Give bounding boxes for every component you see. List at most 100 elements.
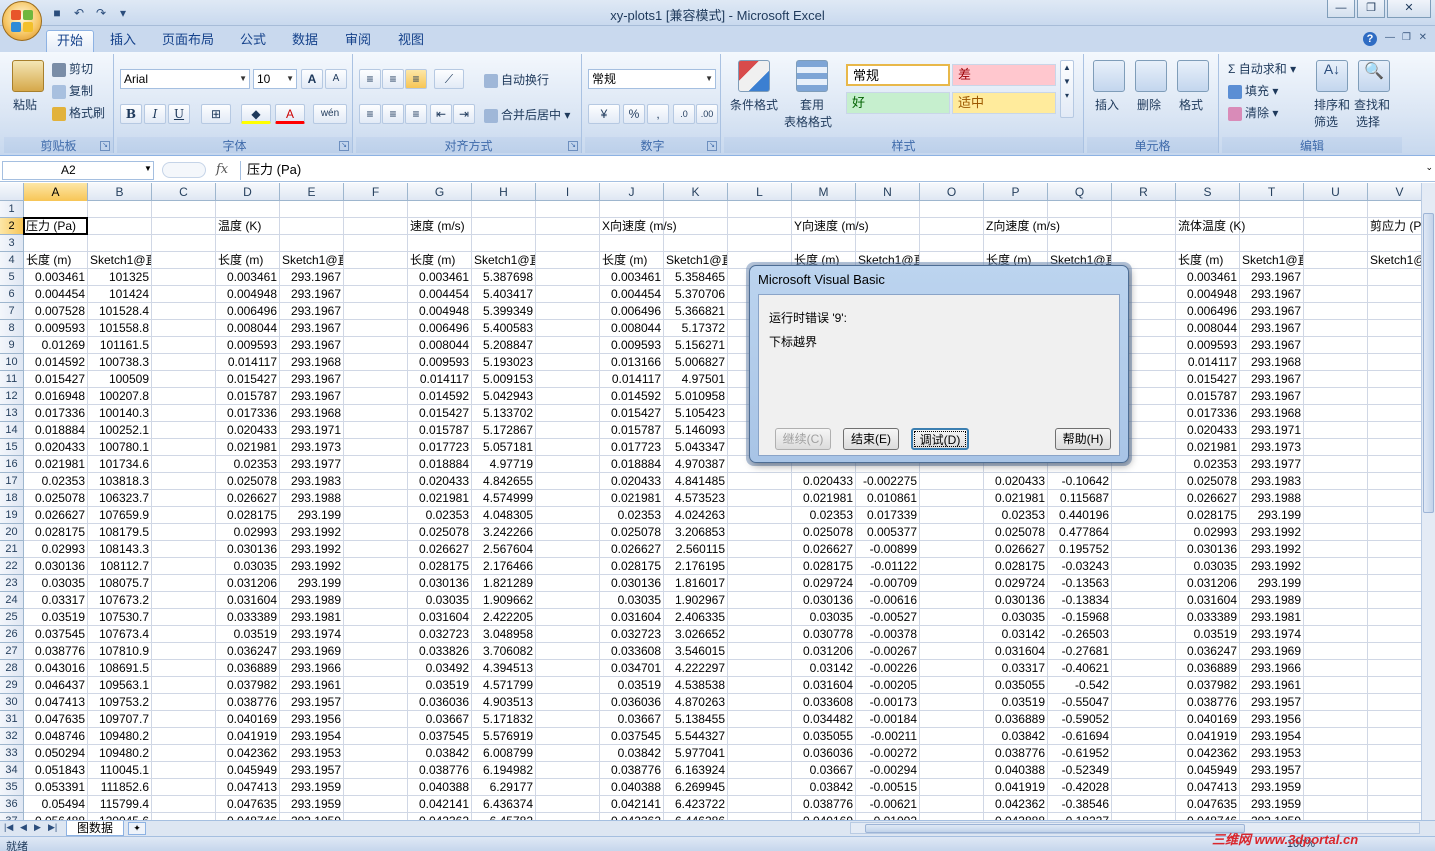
cell[interactable]: 293.1969 [1240, 643, 1303, 659]
cell[interactable]: -0.00294 [856, 762, 919, 778]
cell[interactable]: 0.045949 [216, 762, 279, 778]
cell[interactable]: 0.030136 [24, 558, 87, 574]
office-button[interactable] [2, 1, 42, 41]
row-header[interactable]: 26 [0, 626, 24, 643]
cell[interactable]: 106323.7 [88, 490, 151, 506]
merge-center-button[interactable]: 合并后居中 ▾ [484, 106, 570, 123]
cell[interactable]: 293.1959 [1240, 796, 1303, 812]
cell[interactable]: 0.041919 [216, 728, 279, 744]
style-normal[interactable]: 常规 [846, 64, 950, 86]
cell[interactable]: 0.021981 [984, 490, 1047, 506]
cell[interactable]: 0.037545 [600, 728, 663, 744]
align-center-icon[interactable]: ≡ [382, 104, 404, 124]
cell[interactable]: 0.030136 [1176, 541, 1239, 557]
cell[interactable]: 293.1953 [1240, 745, 1303, 761]
cell[interactable]: 5.172867 [472, 422, 535, 438]
cell[interactable]: 4.841485 [664, 473, 727, 489]
cell[interactable]: 293.1967 [280, 388, 343, 404]
cell[interactable]: 108112.7 [88, 558, 151, 574]
cell[interactable]: 293.1967 [280, 320, 343, 336]
cell[interactable]: Sketch1@直线3@直线2@直线 [472, 252, 535, 268]
cell[interactable]: 0.026627 [216, 490, 279, 506]
align-top-icon[interactable]: ≡ [359, 69, 381, 89]
cell[interactable]: 0.009593 [216, 337, 279, 353]
insert-function-icon[interactable]: fx [216, 162, 228, 177]
cell[interactable]: 293.1977 [280, 456, 343, 472]
cell[interactable]: 0.03142 [792, 660, 855, 676]
row-header[interactable]: 35 [0, 779, 24, 796]
cell[interactable]: 4.970387 [664, 456, 727, 472]
format-cells-icon[interactable] [1177, 60, 1209, 92]
cell[interactable]: 0.038776 [1176, 694, 1239, 710]
horizontal-scroll-thumb[interactable] [865, 824, 1245, 833]
first-sheet-icon[interactable]: |◀ [4, 822, 13, 833]
row-header[interactable]: 5 [0, 269, 24, 286]
column-header[interactable]: S [1176, 183, 1240, 201]
cell[interactable]: 100252.1 [88, 422, 151, 438]
cell[interactable]: 293.1967 [1240, 286, 1303, 302]
cell[interactable]: 0.043016 [24, 660, 87, 676]
cell[interactable]: 0.033389 [216, 609, 279, 625]
cell[interactable]: 5.358465 [664, 269, 727, 285]
cell[interactable]: 0.004454 [600, 286, 663, 302]
cell[interactable]: 0.015787 [1176, 388, 1239, 404]
cell[interactable]: -0.002275 [856, 473, 919, 489]
cell[interactable]: 0.026627 [792, 541, 855, 557]
column-header[interactable]: L [728, 183, 792, 201]
column-header[interactable]: T [1240, 183, 1304, 201]
align-bottom-icon[interactable]: ≡ [405, 69, 427, 89]
cell[interactable]: 293.1988 [280, 490, 343, 506]
cell[interactable]: 0.05494 [24, 796, 87, 812]
cell[interactable]: 0.047413 [1176, 779, 1239, 795]
cell[interactable]: 5.208847 [472, 337, 535, 353]
cell[interactable]: -0.38546 [1048, 796, 1111, 812]
cell[interactable]: 0.017336 [1176, 405, 1239, 421]
cell[interactable]: 0.021981 [792, 490, 855, 506]
row-header[interactable]: 11 [0, 371, 24, 388]
last-sheet-icon[interactable]: ▶| [48, 822, 57, 833]
cell[interactable]: 0.03842 [792, 779, 855, 795]
cell[interactable]: 0.030778 [792, 626, 855, 642]
column-header[interactable]: N [856, 183, 920, 201]
cell[interactable]: 6.436374 [472, 796, 535, 812]
cell[interactable]: 0.02353 [1176, 456, 1239, 472]
cell[interactable]: 0.014117 [600, 371, 663, 387]
font-name-select[interactable]: Arial ▼ [120, 69, 250, 89]
insert-cells-button[interactable]: 插入 [1095, 96, 1119, 113]
cell[interactable]: 0.115687 [1048, 490, 1111, 506]
cell[interactable]: 0.003461 [600, 269, 663, 285]
column-header[interactable]: B [88, 183, 152, 201]
cell[interactable]: 2.560115 [664, 541, 727, 557]
cell[interactable]: 110045.1 [88, 762, 151, 778]
cell[interactable]: 100780.1 [88, 439, 151, 455]
delete-cells-button[interactable]: 删除 [1137, 96, 1161, 113]
fill-button[interactable]: 填充 ▾ [1228, 82, 1278, 99]
column-header[interactable]: H [472, 183, 536, 201]
worksheet-grid[interactable]: ABCDEFGHIJKLMNOPQRSTUV 1 2 3 4 5 6 7 8 9 10 11 12 13… [0, 183, 1421, 820]
clipboard-launcher-icon[interactable]: ↘ [100, 141, 110, 151]
column-header[interactable]: C [152, 183, 216, 201]
cell[interactable]: 293.199 [1240, 575, 1303, 591]
cell[interactable]: 293.1967 [280, 371, 343, 387]
cell[interactable]: 293.1983 [280, 473, 343, 489]
cell[interactable]: -0.01002 [856, 813, 919, 820]
cell[interactable]: 101325 [88, 269, 151, 285]
cell[interactable]: 293.1953 [280, 745, 343, 761]
continue-button[interactable]: 继续(C) [775, 428, 831, 450]
cell[interactable]: 0.03035 [792, 609, 855, 625]
cell[interactable]: 5.977041 [664, 745, 727, 761]
cell[interactable]: 剪应力 (P [1368, 218, 1421, 234]
cell[interactable]: 293.1959 [280, 813, 343, 820]
cell[interactable]: -0.00616 [856, 592, 919, 608]
column-header[interactable]: M [792, 183, 856, 201]
row-header[interactable]: 22 [0, 558, 24, 575]
cell[interactable]: 0.03035 [408, 592, 471, 608]
cell[interactable]: 107530.7 [88, 609, 151, 625]
cell[interactable]: -0.00267 [856, 643, 919, 659]
cell[interactable]: 0.025078 [792, 524, 855, 540]
row-header[interactable]: 10 [0, 354, 24, 371]
cell[interactable]: -0.00205 [856, 677, 919, 693]
cell[interactable]: 1.902967 [664, 592, 727, 608]
column-header[interactable]: I [536, 183, 600, 201]
cell[interactable]: 0.017336 [24, 405, 87, 421]
